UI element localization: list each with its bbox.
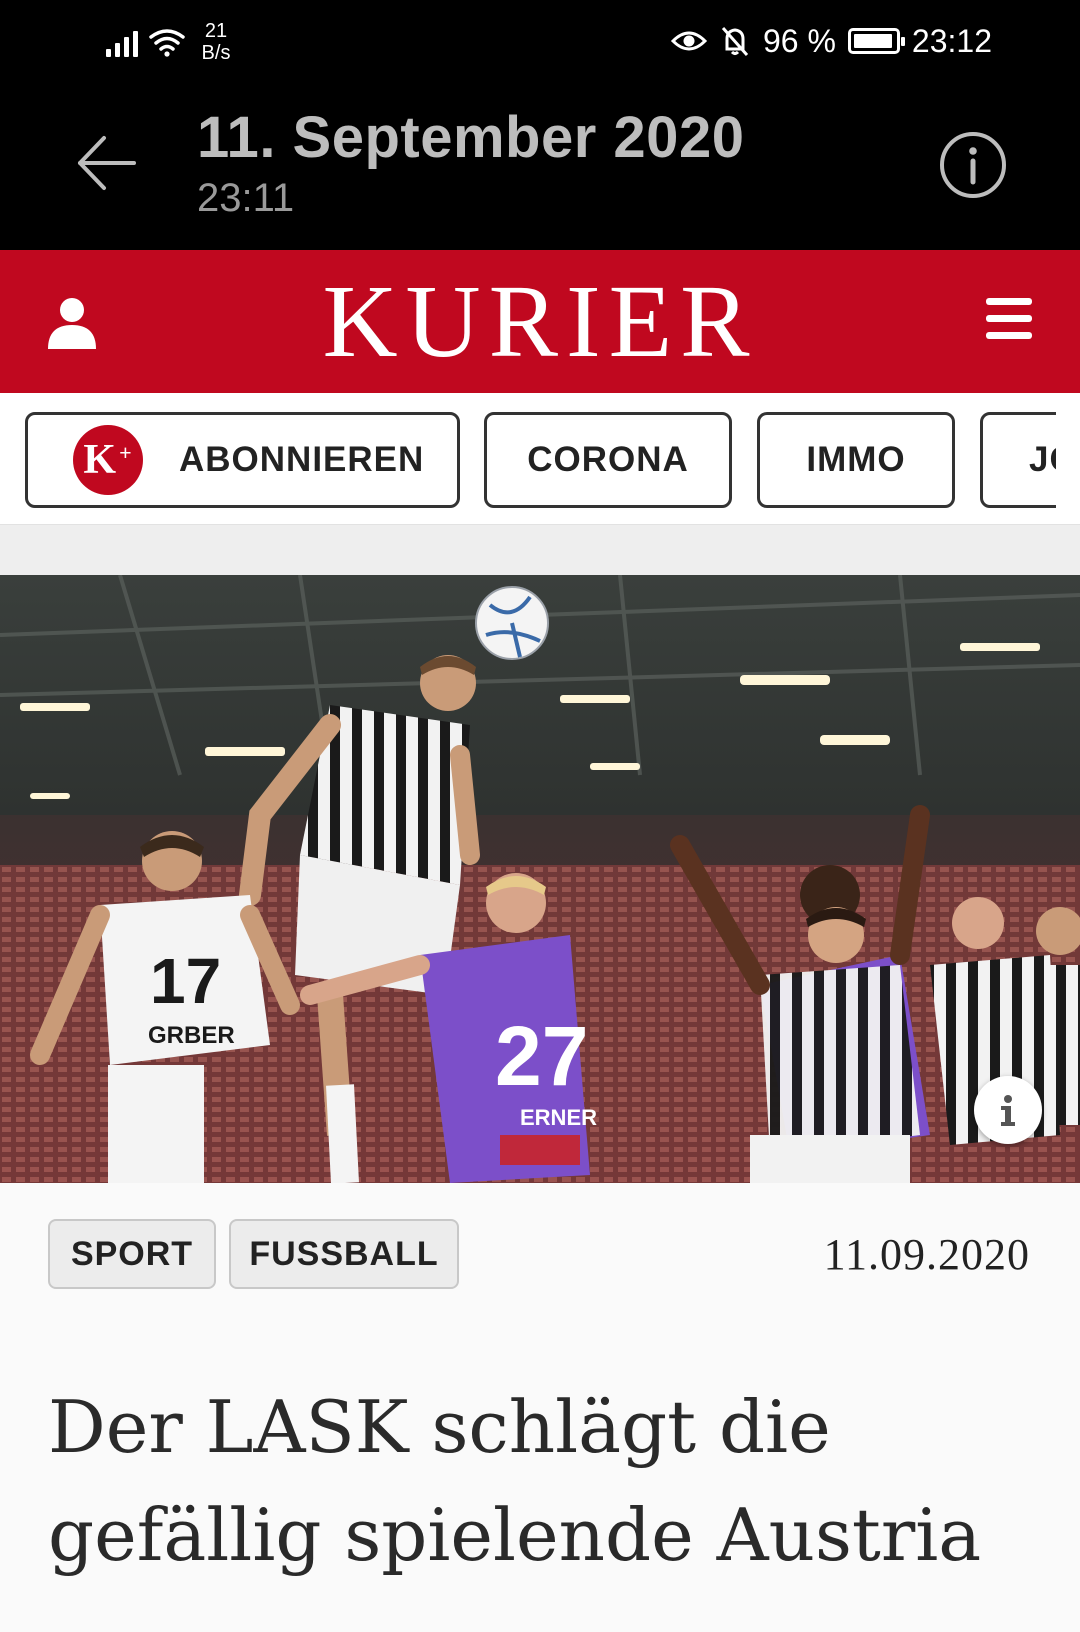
tag-sport-label: SPORT bbox=[70, 1234, 194, 1273]
hero-photo[interactable]: 17 GRBER 27 ERNER bbox=[0, 575, 1080, 1183]
player-name-gruber: GRBER bbox=[148, 1022, 235, 1049]
chip-immo-label: IMMO bbox=[806, 440, 906, 479]
separator-band bbox=[0, 525, 1080, 575]
status-bar: 21 B/s 96 % 23:12 bbox=[0, 0, 1080, 84]
topic-nav: K + ABONNIEREN CORONA IMMO JO bbox=[0, 393, 1080, 525]
hamburger-menu-icon[interactable] bbox=[986, 298, 1032, 342]
status-right: 96 % 23:12 bbox=[670, 20, 992, 62]
publish-date: 11.09.2020 bbox=[823, 1230, 1030, 1279]
player-name-erner: ERNER bbox=[520, 1105, 597, 1130]
photo-credit-info-button[interactable] bbox=[974, 1076, 1042, 1144]
back-arrow-icon[interactable] bbox=[72, 128, 142, 198]
bell-off-icon bbox=[721, 27, 749, 56]
clock: 23:12 bbox=[911, 22, 992, 59]
kplus-plus: + bbox=[119, 440, 133, 465]
viewer-toolbar: 11. September 2020 23:11 bbox=[0, 84, 1080, 250]
kplus-letter: K bbox=[83, 437, 118, 483]
nav-fade bbox=[1056, 393, 1080, 524]
subscribe-label: ABONNIEREN bbox=[179, 440, 425, 479]
network-speed-unit: B/s bbox=[201, 42, 231, 64]
subscribe-chip[interactable]: K + ABONNIEREN bbox=[25, 412, 460, 508]
battery-icon bbox=[847, 28, 905, 54]
tag-sport[interactable]: SPORT bbox=[48, 1219, 216, 1289]
signal-icon bbox=[106, 27, 138, 57]
kplus-icon: K + bbox=[73, 425, 143, 495]
viewer-date: 11. September 2020 bbox=[197, 105, 745, 170]
article-headline: Der LASK schlägt die gefällig spielende … bbox=[48, 1385, 982, 1577]
jersey-number-27: 27 bbox=[495, 1009, 588, 1103]
tag-fussball[interactable]: FUSSBALL bbox=[229, 1219, 459, 1289]
viewer-time: 23:11 bbox=[197, 176, 295, 220]
battery-percent: 96 % bbox=[762, 22, 836, 59]
info-icon bbox=[1001, 1095, 1015, 1126]
chip-immo[interactable]: IMMO bbox=[757, 412, 955, 508]
network-speed-value: 21 bbox=[204, 20, 228, 42]
chip-corona-label: CORONA bbox=[527, 440, 689, 479]
brand-logo[interactable]: KURIER bbox=[0, 270, 1080, 374]
site-header: KURIER bbox=[0, 250, 1080, 393]
info-icon[interactable] bbox=[938, 130, 1008, 200]
eye-icon bbox=[670, 31, 707, 51]
wifi-icon bbox=[149, 29, 185, 57]
tag-fussball-label: FUSSBALL bbox=[249, 1234, 439, 1273]
football-photo-illustration: 17 GRBER 27 ERNER bbox=[0, 575, 1080, 1183]
jersey-number-17: 17 bbox=[150, 945, 221, 1017]
article-header: SPORT FUSSBALL 11.09.2020 Der LASK schlä… bbox=[0, 1183, 1080, 1632]
chip-corona[interactable]: CORONA bbox=[484, 412, 732, 508]
battery-fill bbox=[853, 34, 892, 48]
network-speed: 21 B/s bbox=[196, 20, 236, 64]
status-left: 21 B/s bbox=[106, 18, 236, 66]
